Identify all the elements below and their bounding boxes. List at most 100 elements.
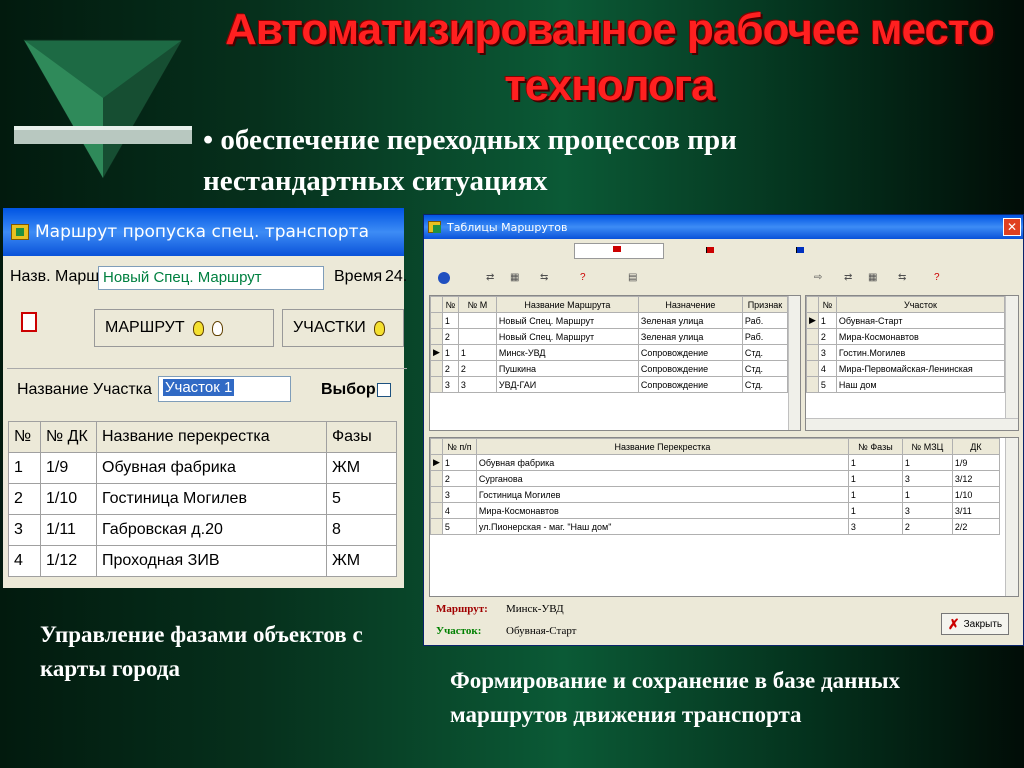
col-header[interactable]: Признак [741, 296, 789, 313]
table-row[interactable]: 2 Сурганова 1 3 3/12 [430, 470, 1001, 487]
col-header[interactable]: Фазы [326, 421, 397, 453]
row-indicator [430, 502, 443, 519]
cell: Зеленая улица [637, 312, 743, 329]
row-indicator [806, 328, 819, 345]
table-row[interactable]: 3 Гостин.Могилев [806, 344, 1006, 361]
cell: Гостиница Могилев [475, 486, 849, 503]
close-button[interactable]: ✗ Закрыть [941, 613, 1009, 635]
cell: ЖМ [326, 545, 397, 577]
table-row[interactable]: ▶ 1 Обувная-Старт [806, 312, 1006, 329]
cell: 3 [457, 376, 497, 393]
table-row[interactable]: 4 Мира-Первомайская-Ленинская [806, 360, 1006, 377]
flag-icon[interactable] [706, 247, 714, 253]
cell [457, 312, 497, 329]
col-header[interactable]: Название перекрестка [96, 421, 327, 453]
route-name-input[interactable]: Новый Спец. Маршрут [98, 266, 324, 290]
route-name-label: Назв. Марш. [10, 268, 104, 285]
col-header[interactable]: Назначение [637, 296, 743, 313]
sections-hscrollbar[interactable] [806, 418, 1018, 430]
cell: 3/11 [951, 502, 1001, 519]
bulb-on-icon [192, 320, 204, 336]
close-icon[interactable]: ✕ [1003, 218, 1021, 236]
delete-icon[interactable]: ⇆ [898, 272, 906, 283]
cell: 1 [847, 454, 903, 471]
col-header[interactable]: Участок [835, 296, 1006, 313]
col-header[interactable]: Название Перекрестка [475, 438, 849, 455]
routes-window-title: Таблицы Маршрутов [447, 220, 568, 234]
bulb-off-icon [211, 320, 223, 336]
table-row[interactable]: 3 Гостиница Могилев 1 1 1/10 [430, 486, 1001, 503]
table-row[interactable]: ▶ 1 Обувная фабрика 1 1 1/9 [430, 454, 1001, 471]
route-window-titlebar[interactable]: Маршрут пропуска спец. транспорта [3, 208, 404, 256]
table-row[interactable]: 2 Мира-Космонавтов [806, 328, 1006, 345]
crossings-scrollbar[interactable] [1005, 438, 1018, 596]
routes-scrollbar[interactable] [788, 296, 800, 430]
col-header[interactable]: № [817, 296, 837, 313]
routes-window-titlebar[interactable]: Таблицы Маршрутов ✕ [424, 215, 1023, 239]
info-icon[interactable] [438, 272, 450, 284]
status-route: Маршрут: Минск-УВД [436, 603, 564, 615]
table-row[interactable]: 3 3 УВД-ГАИ Сопровождение Стд. [430, 376, 789, 393]
query-icon[interactable]: ? [934, 272, 940, 283]
bullet-text: • обеспечение переходных процессов при н… [203, 124, 737, 197]
table-icon[interactable]: ▦ [868, 272, 877, 283]
cell: 1/10 [951, 486, 1001, 503]
col-header[interactable]: Название Маршрута [495, 296, 639, 313]
cell: 3 [817, 344, 837, 361]
table-row[interactable]: 1 1/9 Обувная фабрика ЖМ [8, 452, 397, 484]
export-icon[interactable]: ⇨ [814, 272, 822, 283]
table-row[interactable]: ▶ 1 1 Минск-УВД Сопровождение Стд. [430, 344, 789, 361]
cell: 1/11 [40, 514, 97, 546]
cell: 2/2 [951, 518, 1001, 535]
col-header[interactable]: № [8, 421, 41, 453]
col-header[interactable]: № Фазы [847, 438, 903, 455]
row-indicator [430, 328, 443, 345]
cell: Новый Спец. Маршрут [495, 328, 639, 345]
cell [457, 328, 497, 345]
sections-button-label: УЧАСТКИ [293, 319, 366, 336]
cell: 3 [901, 502, 953, 519]
cell: ЖМ [326, 452, 397, 484]
choice-checkbox[interactable] [377, 383, 391, 397]
cell: УВД-ГАИ [495, 376, 639, 393]
row-indicator [806, 360, 819, 377]
col-header[interactable]: № ДК [40, 421, 97, 453]
route-window-title: Маршрут пропуска спец. транспорта [35, 222, 370, 242]
table-icon[interactable]: ▦ [510, 272, 519, 283]
print-icon[interactable]: ▤ [628, 272, 637, 283]
cell: 2 [8, 483, 41, 515]
row-indicator [806, 344, 819, 361]
table-row[interactable]: 5 Наш дом [806, 376, 1006, 393]
cell: Обувная-Старт [835, 312, 1006, 329]
table-row[interactable]: 4 1/12 Проходная ЗИВ ЖМ [8, 545, 397, 577]
section-input[interactable]: Участок 1 [158, 376, 291, 402]
time-value[interactable]: 24. [385, 268, 407, 286]
delete-icon[interactable]: ⇆ [540, 272, 548, 283]
table-row[interactable]: 2 2 Пушкина Сопровождение Стд. [430, 360, 789, 377]
cell: 3 [8, 514, 41, 546]
sections-button[interactable]: УЧАСТКИ [282, 309, 404, 347]
cell: 2 [817, 328, 837, 345]
table-row[interactable]: 2 Новый Спец. Маршрут Зеленая улица Раб. [430, 328, 789, 345]
row-indicator [430, 486, 443, 503]
col-header[interactable]: ДК [951, 438, 1001, 455]
table-row[interactable]: 3 1/11 Габровская д.20 8 [8, 514, 397, 546]
flag-icon[interactable] [796, 247, 804, 253]
row-indicator [430, 518, 443, 535]
document-icon[interactable] [21, 312, 37, 332]
table-row[interactable]: 5 ул.Пионерская - маг. "Наш дом" 3 2 2/2 [430, 518, 1001, 535]
table-row[interactable]: 2 1/10 Гостиница Могилев 5 [8, 483, 397, 515]
col-header[interactable]: № МЗЦ [901, 438, 953, 455]
col-header[interactable]: № М [457, 296, 497, 313]
flag-start-tab[interactable] [574, 243, 664, 259]
sections-vscrollbar[interactable] [1005, 296, 1018, 418]
route-button[interactable]: МАРШРУТ [94, 309, 274, 347]
col-header[interactable]: № [441, 296, 459, 313]
cell: Сопровождение [637, 344, 743, 361]
insert-icon[interactable]: ⇄ [844, 272, 852, 283]
col-header[interactable]: № п/п [441, 438, 477, 455]
table-row[interactable]: 4 Мира-Космонавтов 1 3 3/11 [430, 502, 1001, 519]
query-icon[interactable]: ? [580, 272, 586, 283]
insert-icon[interactable]: ⇄ [486, 272, 494, 283]
table-row[interactable]: 1 Новый Спец. Маршрут Зеленая улица Раб. [430, 312, 789, 329]
